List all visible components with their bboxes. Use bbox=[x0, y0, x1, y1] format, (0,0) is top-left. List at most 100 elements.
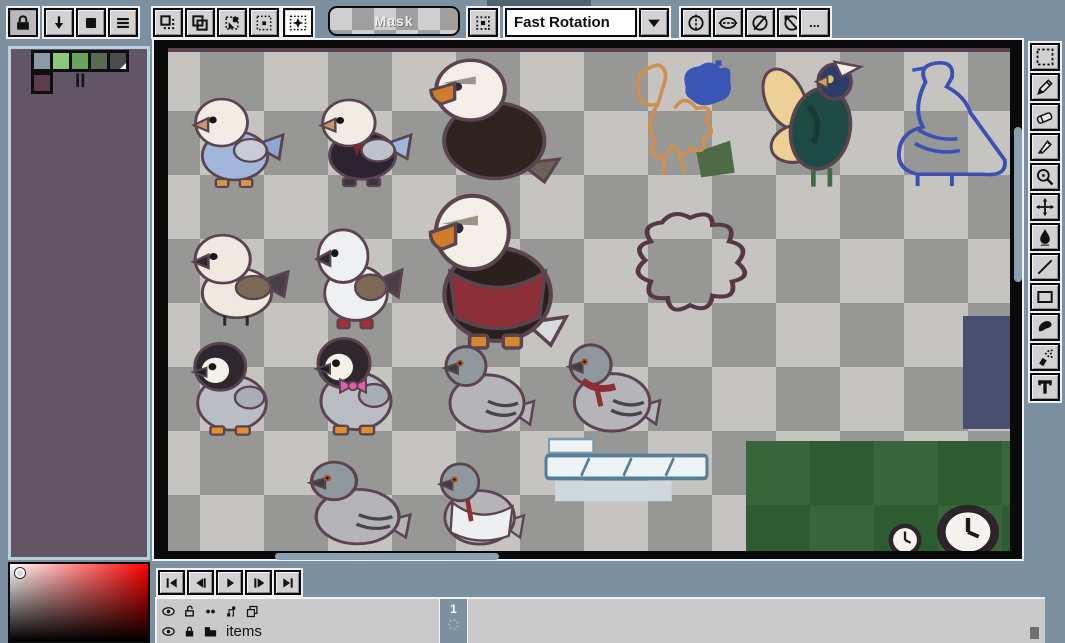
color-gradient-picker[interactable] bbox=[8, 562, 150, 643]
palette-swatch-row2 bbox=[31, 72, 53, 94]
rect-icon bbox=[1035, 287, 1055, 307]
brush-tool[interactable] bbox=[1030, 313, 1060, 341]
onion-skin-icon[interactable] bbox=[203, 604, 218, 619]
rotation-dropdown-arrow-button[interactable] bbox=[639, 8, 669, 37]
select-dots-button[interactable] bbox=[249, 8, 279, 37]
sprite-bald-eagle[interactable] bbox=[423, 58, 555, 190]
grid-dots-icon bbox=[473, 13, 493, 33]
fill-tool[interactable] bbox=[1030, 223, 1060, 251]
layer-header-row bbox=[161, 601, 439, 621]
palette-label: II bbox=[75, 71, 86, 93]
frame-column[interactable]: 1 bbox=[440, 599, 467, 643]
palette-swatch[interactable] bbox=[110, 53, 126, 69]
sprite-longtail-tit[interactable] bbox=[186, 229, 288, 331]
duplicate-icon[interactable] bbox=[245, 604, 260, 619]
down-arrow-button[interactable] bbox=[44, 8, 74, 37]
play-icon bbox=[222, 575, 238, 591]
spray-tool[interactable] bbox=[1030, 343, 1060, 371]
line-tool[interactable] bbox=[1030, 253, 1060, 281]
flip-horizontal-button[interactable] bbox=[713, 8, 743, 37]
prev-frame-button[interactable] bbox=[187, 570, 214, 595]
selection-group bbox=[151, 6, 281, 39]
rotate-ccw-button[interactable] bbox=[745, 8, 775, 37]
mask-preview-button[interactable] bbox=[283, 8, 313, 37]
sprite-budgie-suit[interactable] bbox=[314, 94, 411, 192]
rotation-dropdown-group: Fast Rotation bbox=[503, 6, 671, 39]
gradient-marker[interactable] bbox=[15, 568, 25, 578]
loop-indicator-icon bbox=[448, 619, 459, 630]
sprite-budgie[interactable] bbox=[187, 93, 283, 193]
eraser-tool[interactable] bbox=[1030, 103, 1060, 131]
sprite-clock-small[interactable] bbox=[888, 523, 922, 551]
lock-open-icon[interactable] bbox=[182, 604, 197, 619]
horizontal-scrollbar[interactable] bbox=[275, 553, 499, 560]
filled-square-button[interactable] bbox=[76, 8, 106, 37]
rotate-ccw-icon bbox=[750, 13, 770, 33]
frame-track[interactable] bbox=[468, 599, 1045, 643]
sprite-sketch-maroon[interactable] bbox=[620, 206, 760, 324]
reorder-icon[interactable] bbox=[224, 604, 239, 619]
next-icon bbox=[251, 575, 267, 591]
animation-panel: items 1 bbox=[155, 597, 1045, 643]
last-frame-button[interactable] bbox=[274, 570, 301, 595]
first-frame-button[interactable] bbox=[158, 570, 185, 595]
palette-swatch[interactable] bbox=[72, 53, 88, 69]
lock-group bbox=[6, 6, 40, 39]
eye-icon[interactable] bbox=[161, 604, 176, 619]
canvas[interactable] bbox=[168, 48, 1010, 551]
pencil-icon bbox=[1035, 77, 1055, 97]
sprite-pigeon-scarf[interactable] bbox=[556, 331, 658, 445]
flip-vertical-button[interactable] bbox=[681, 8, 711, 37]
lock-closed-icon[interactable] bbox=[182, 624, 197, 639]
palette-swatch[interactable] bbox=[34, 53, 50, 69]
more-button[interactable]: ... bbox=[799, 8, 830, 37]
next-frame-button[interactable] bbox=[245, 570, 272, 595]
pen-tool[interactable] bbox=[1030, 133, 1060, 161]
rectangle-tool[interactable] bbox=[1030, 283, 1060, 311]
more-group: ... bbox=[797, 6, 832, 39]
select-rect-button[interactable] bbox=[153, 8, 183, 37]
track-resize-handle[interactable] bbox=[1030, 627, 1039, 639]
move-tool[interactable] bbox=[1030, 193, 1060, 221]
tool-palette bbox=[1028, 41, 1062, 403]
palette-swatch[interactable] bbox=[53, 53, 69, 69]
lock-button[interactable] bbox=[8, 8, 38, 37]
flip-horizontal-icon bbox=[718, 13, 738, 33]
rotation-dropdown[interactable]: Fast Rotation bbox=[505, 8, 637, 37]
sprite-penguin-chick-bow[interactable] bbox=[306, 331, 406, 440]
folder-icon[interactable] bbox=[203, 624, 218, 639]
zoom-tool[interactable] bbox=[1030, 163, 1060, 191]
grid-button[interactable] bbox=[468, 8, 498, 37]
sprite-pigeon-coat[interactable] bbox=[428, 451, 522, 551]
playback-controls bbox=[156, 568, 303, 597]
pen-icon bbox=[1035, 137, 1055, 157]
spray-icon bbox=[1035, 347, 1055, 367]
select-paste-button[interactable] bbox=[217, 8, 247, 37]
sprite-navy-banner[interactable] bbox=[963, 316, 1010, 429]
sprite-eagle-red-coat[interactable] bbox=[422, 193, 562, 355]
layer-row[interactable]: items bbox=[161, 621, 439, 641]
sprite-sketch-goose-blue[interactable] bbox=[878, 56, 1010, 192]
mask-star-icon bbox=[288, 13, 308, 33]
first-icon bbox=[164, 575, 180, 591]
menu-icon bbox=[113, 13, 133, 33]
pencil-tool[interactable] bbox=[1030, 73, 1060, 101]
menu-button[interactable] bbox=[108, 8, 138, 37]
sprite-display-shelf[interactable] bbox=[545, 439, 711, 505]
sprite-longtail-tit-shoes[interactable] bbox=[310, 223, 402, 335]
text-tool[interactable] bbox=[1030, 373, 1060, 401]
vertical-scrollbar[interactable] bbox=[1014, 127, 1022, 282]
play-button[interactable] bbox=[216, 570, 243, 595]
sprite-pigeon[interactable] bbox=[432, 333, 532, 445]
sprite-paint-blob-blue[interactable] bbox=[678, 60, 736, 110]
select-move-button[interactable] bbox=[185, 8, 215, 37]
sprite-pigeon-2[interactable] bbox=[296, 449, 408, 551]
palette-swatch[interactable] bbox=[91, 53, 107, 69]
sprite-peacock[interactable] bbox=[752, 52, 870, 194]
sprite-clock-large[interactable] bbox=[936, 504, 1000, 551]
mask-bar[interactable]: Mask bbox=[328, 6, 460, 36]
palette-swatch[interactable] bbox=[34, 75, 50, 91]
eye-icon[interactable] bbox=[161, 624, 176, 639]
sprite-penguin-chick[interactable] bbox=[183, 336, 281, 440]
marquee-select-tool[interactable] bbox=[1030, 43, 1060, 71]
